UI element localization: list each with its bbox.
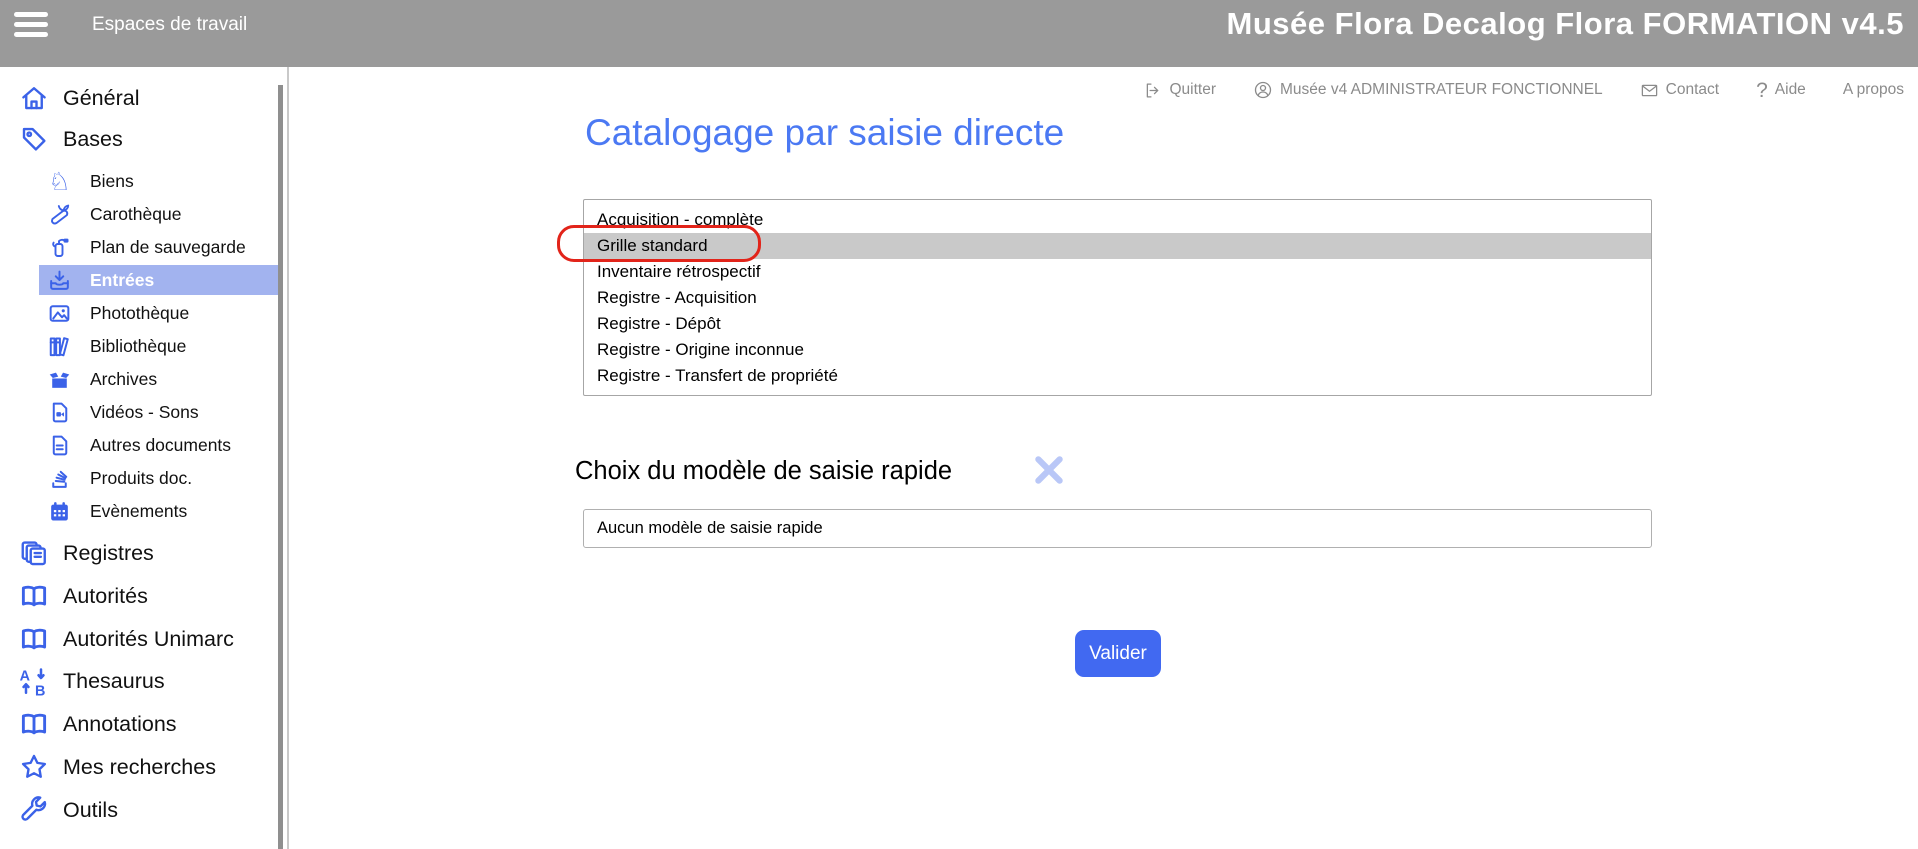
sidebar-item-autorites[interactable]: Autorités — [18, 581, 148, 611]
sidebar-scrollbar-thumb[interactable] — [278, 85, 283, 849]
carrot-icon — [47, 202, 72, 227]
sidebar-item-bases[interactable]: Bases — [18, 124, 123, 154]
main-content: Quitter Musée v4 ADMINISTRATEUR FONCTION… — [290, 67, 1918, 849]
user-account[interactable]: Musée v4 ADMINISTRATEUR FONCTIONNEL — [1253, 80, 1603, 100]
sidebar-item-videos-sons[interactable]: Vidéos - Sons — [47, 397, 199, 427]
grid-option[interactable]: Acquisition - complète — [584, 207, 1651, 233]
video-file-icon — [47, 400, 72, 425]
envelope-icon — [1640, 81, 1659, 100]
calendar-icon — [47, 499, 72, 524]
user-circle-icon — [1253, 80, 1273, 100]
paper-stack-icon — [47, 466, 72, 491]
sidebar-item-biens[interactable]: ♘ Biens — [47, 166, 134, 196]
quick-model-select[interactable]: Aucun modèle de saisie rapide — [583, 509, 1652, 548]
sidebar-item-bibliotheque[interactable]: Bibliothèque — [47, 331, 186, 361]
entry-grid-listbox[interactable]: Acquisition - complète Grille standard I… — [583, 199, 1652, 396]
open-book-icon — [18, 623, 50, 655]
topbar: Espaces de travail Musée Flora Decalog F… — [0, 0, 1918, 67]
app-title: Musée Flora Decalog Flora FORMATION v4.5 — [1227, 6, 1904, 42]
sidebar-item-evenements[interactable]: Evènements — [47, 496, 187, 526]
quitter-link[interactable]: Quitter — [1143, 81, 1216, 100]
sidebar: Général Bases ♘ Biens Carothèque Plan de… — [0, 67, 290, 849]
page-title: Catalogage par saisie directe — [585, 112, 1064, 154]
sidebar-item-mes-recherches[interactable]: Mes recherches — [18, 752, 216, 782]
sidebar-item-general[interactable]: Général — [18, 83, 140, 113]
svg-text:A: A — [20, 668, 30, 684]
grid-option[interactable]: Registre - Transfert de propriété — [584, 363, 1651, 389]
grid-option[interactable]: Registre - Acquisition — [584, 285, 1651, 311]
sidebar-item-archives[interactable]: Archives — [47, 364, 157, 394]
contact-link[interactable]: Contact — [1640, 81, 1719, 100]
clear-selection-x-icon[interactable] — [1033, 454, 1065, 486]
chess-knight-icon: ♘ — [47, 169, 72, 194]
grid-option[interactable]: Inventaire rétrospectif — [584, 259, 1651, 285]
document-icon — [47, 433, 72, 458]
open-book-icon — [18, 708, 50, 740]
sidebar-item-carotheque[interactable]: Carothèque — [47, 199, 181, 229]
grid-option[interactable]: Registre - Dépôt — [584, 311, 1651, 337]
sidebar-item-autres-documents[interactable]: Autres documents — [47, 430, 231, 460]
open-book-icon — [18, 580, 50, 612]
sidebar-item-thesaurus[interactable]: AB Thesaurus — [18, 666, 165, 696]
logout-icon — [1143, 81, 1162, 100]
wrench-icon — [18, 794, 50, 826]
question-mark-icon: ? — [1756, 80, 1768, 101]
sidebar-item-autorites-unimarc[interactable]: Autorités Unimarc — [18, 624, 234, 654]
sidebar-item-plan-de-sauvegarde[interactable]: Plan de sauvegarde — [47, 232, 246, 262]
star-icon — [18, 751, 50, 783]
sidebar-item-registres[interactable]: Registres — [18, 538, 154, 568]
image-icon — [47, 301, 72, 326]
sidebar-item-entrees[interactable]: Entrées — [39, 265, 282, 295]
fire-extinguisher-icon — [47, 235, 72, 260]
open-box-icon — [47, 367, 72, 392]
home-icon — [18, 82, 50, 114]
a-propos-link[interactable]: A propos — [1843, 81, 1904, 99]
workspace-label: Espaces de travail — [92, 14, 247, 36]
grid-option[interactable]: Registre - Origine inconnue — [584, 337, 1651, 363]
sidebar-scrollbar-track — [287, 67, 289, 849]
hamburger-menu-icon[interactable] — [14, 12, 50, 40]
valider-button[interactable]: Valider — [1075, 630, 1161, 677]
grid-option-selected[interactable]: Grille standard — [584, 233, 1651, 259]
inbox-download-icon — [47, 268, 72, 293]
sidebar-item-outils[interactable]: Outils — [18, 795, 118, 825]
aide-link[interactable]: ? Aide — [1756, 80, 1806, 101]
sidebar-item-produits-doc[interactable]: Produits doc. — [47, 463, 192, 493]
userbar: Quitter Musée v4 ADMINISTRATEUR FONCTION… — [1143, 75, 1904, 105]
sidebar-item-phototheque[interactable]: Photothèque — [47, 298, 189, 328]
tag-icon — [18, 123, 50, 155]
sort-alpha-icon: AB — [18, 665, 50, 697]
registers-icon — [18, 537, 50, 569]
sidebar-item-annotations[interactable]: Annotations — [18, 709, 177, 739]
books-icon — [47, 334, 72, 359]
quick-entry-section-title: Choix du modèle de saisie rapide — [575, 457, 952, 486]
svg-text:B: B — [35, 683, 45, 696]
